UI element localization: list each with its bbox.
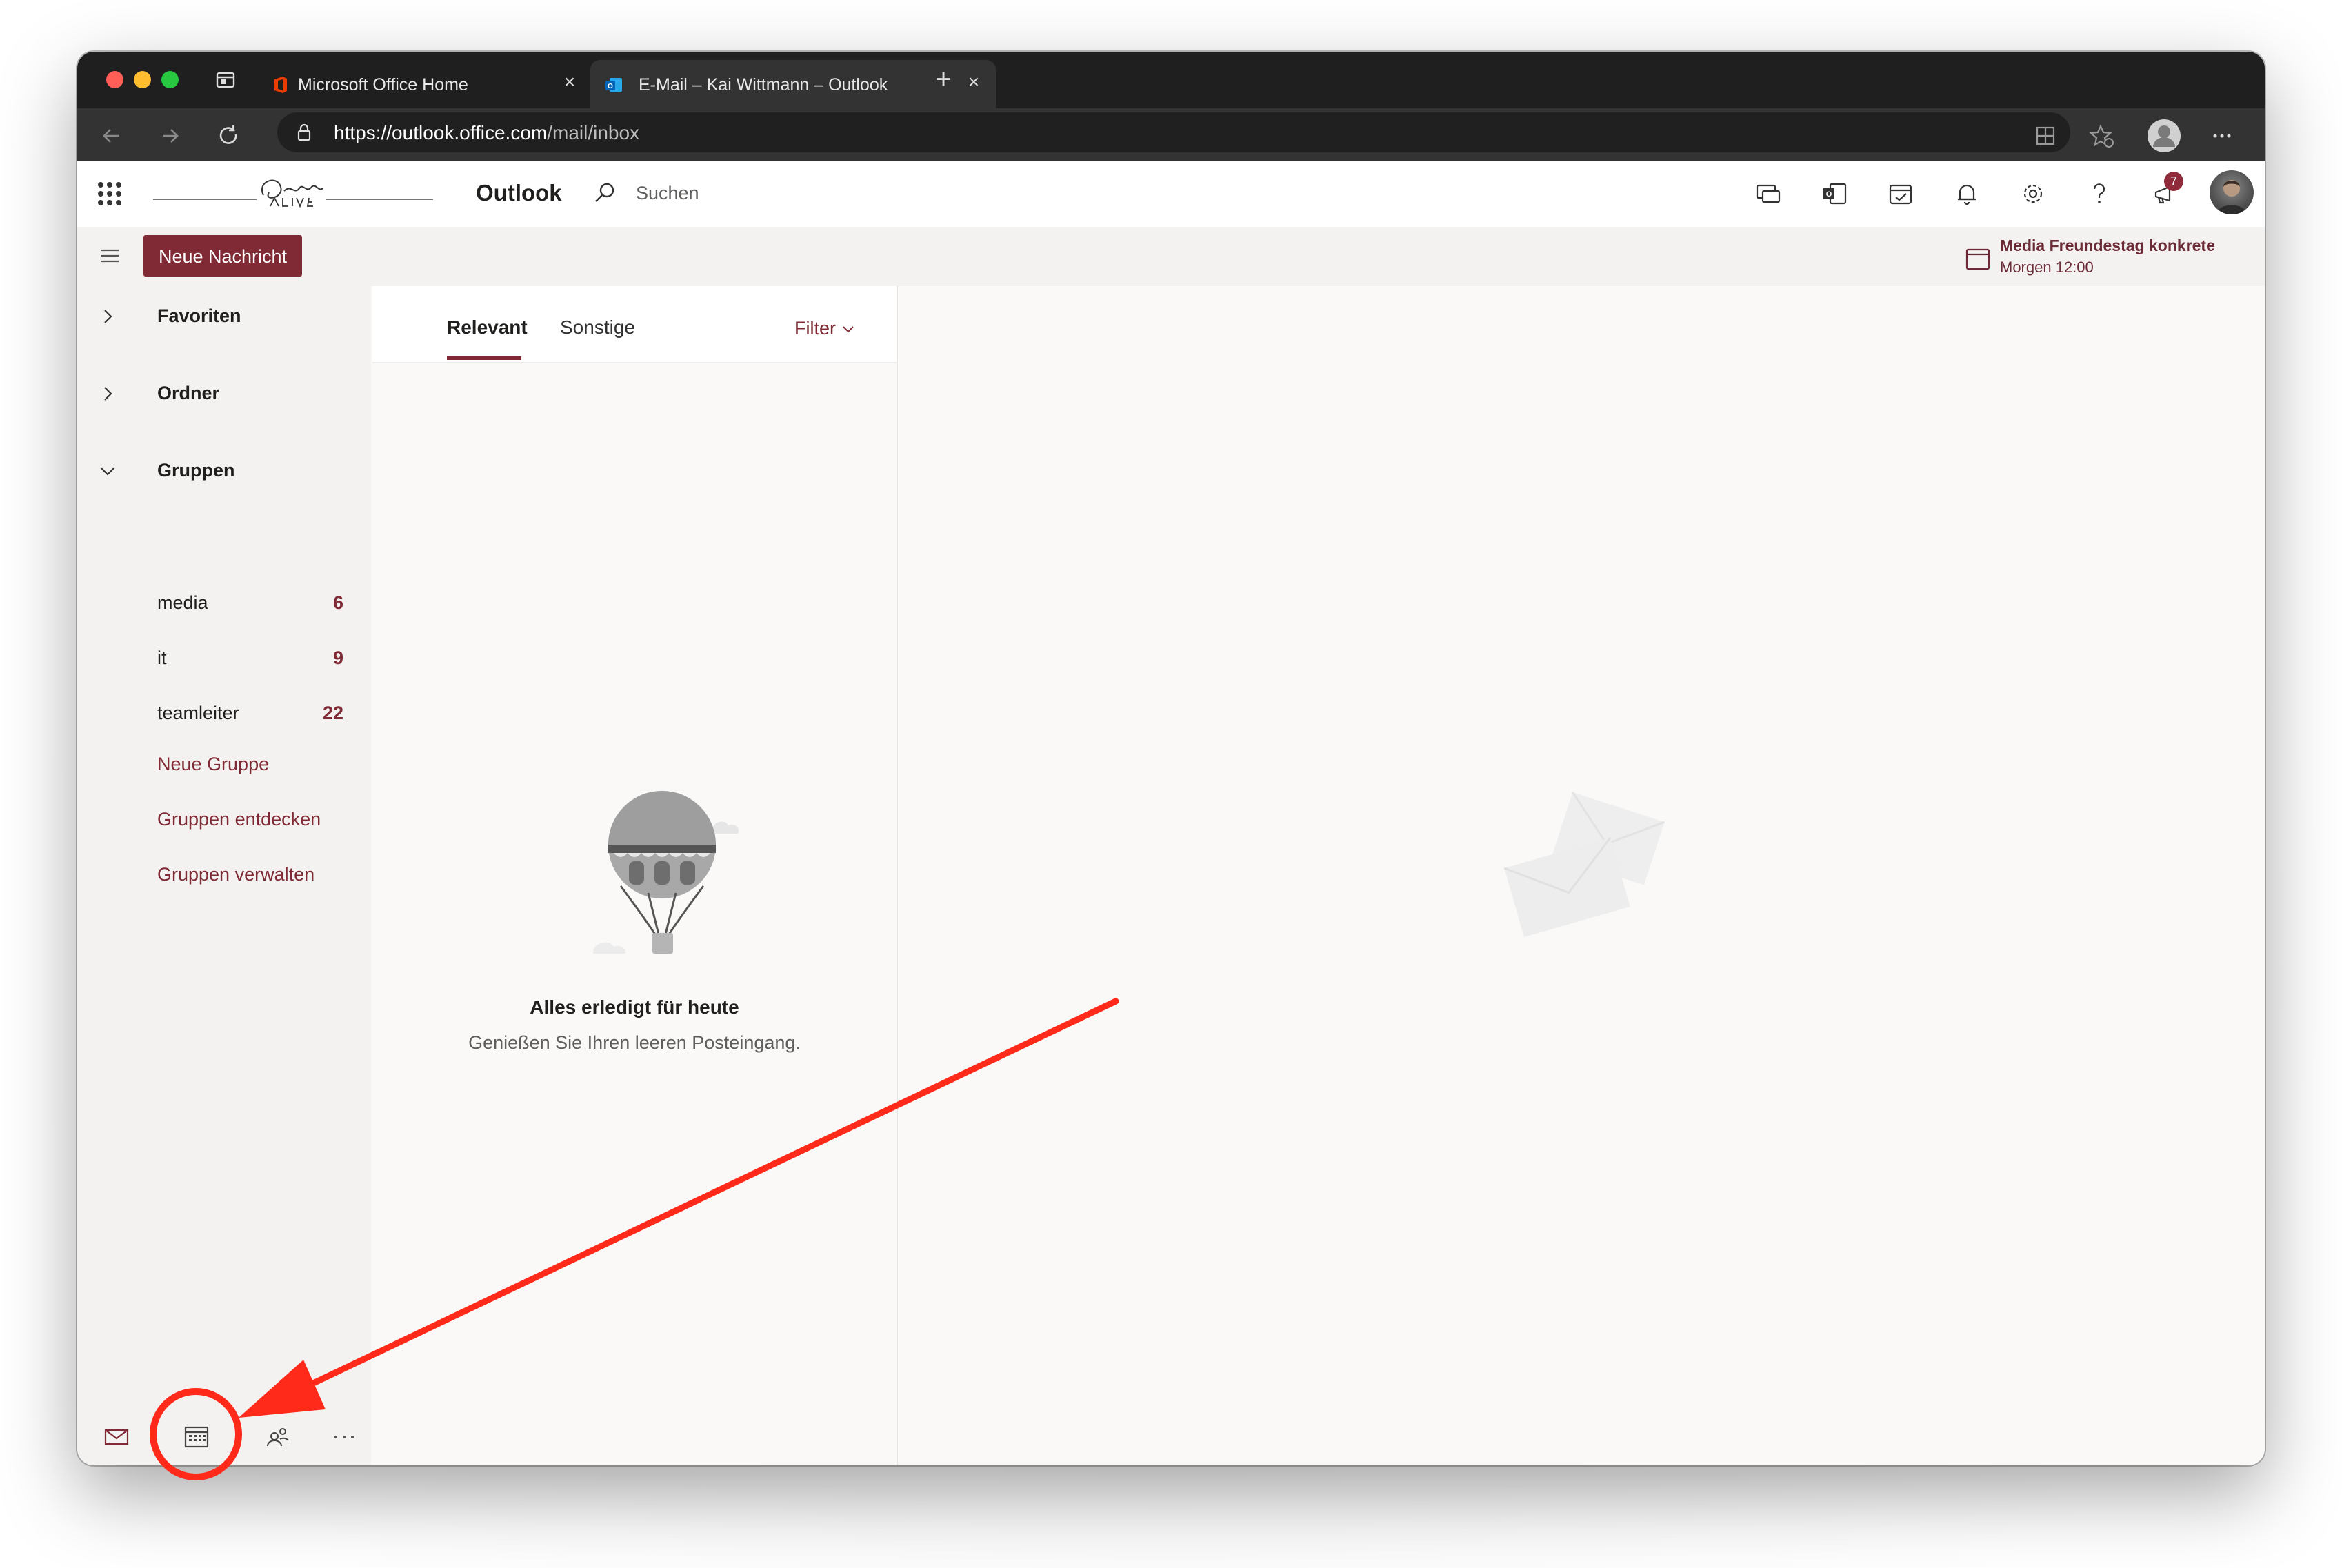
tab-sonstige[interactable]: Sonstige — [560, 316, 635, 339]
bell-icon[interactable] — [1952, 179, 1982, 209]
tab-label: E-Mail – Kai Wittmann – Outlook — [639, 75, 888, 94]
tab-strip: Microsoft Office Home × O E-Mail – Kai W… — [77, 52, 2265, 108]
group-label: teamleiter — [157, 703, 239, 723]
chevron-right-icon — [98, 307, 117, 326]
minimize-window-button[interactable] — [134, 71, 151, 88]
chevron-down-icon — [98, 461, 117, 481]
office-apps-icon[interactable]: O — [1819, 179, 1850, 209]
group-item-media[interactable]: media 6 — [157, 583, 343, 624]
inbox-pivots: Relevant Sonstige Filter — [372, 286, 897, 363]
unread-count: 22 — [322, 703, 343, 723]
address-bar[interactable]: https://outlook.office.com/mail/inbox — [277, 112, 2070, 152]
discover-groups-link[interactable]: Gruppen entdecken — [157, 809, 321, 830]
calendar-icon[interactable] — [182, 1423, 211, 1451]
avatar[interactable] — [2210, 170, 2254, 214]
org-logo[interactable] — [153, 168, 433, 220]
browser-window: Microsoft Office Home × O E-Mail – Kai W… — [77, 52, 2265, 1465]
gear-icon[interactable] — [2018, 179, 2048, 209]
folder-section-label: Gruppen — [157, 460, 235, 481]
close-tab-icon[interactable]: × — [559, 71, 581, 93]
chevron-right-icon — [98, 384, 117, 403]
svg-text:O: O — [1826, 190, 1832, 199]
hamburger-menu-icon[interactable] — [99, 248, 120, 264]
svg-text:O: O — [608, 83, 613, 90]
close-tab-icon[interactable]: × — [963, 71, 985, 93]
close-window-button[interactable] — [106, 71, 123, 88]
folder-section-label: Favoriten — [157, 305, 241, 326]
outlook-header: Outlook Suchen O 7 — [77, 161, 2265, 227]
command-bar: Neue Nachricht Media Freundestag konkret… — [77, 227, 2265, 286]
split-screen-icon[interactable] — [2032, 122, 2059, 150]
group-label: it — [157, 647, 167, 668]
new-message-button[interactable]: Neue Nachricht — [143, 235, 302, 277]
reminder-title[interactable]: Media Freundestag konkrete — [2000, 237, 2215, 255]
new-group-link[interactable]: Neue Gruppe — [157, 754, 269, 775]
unread-count: 6 — [332, 592, 343, 613]
group-item-teamleiter[interactable]: teamleiter 22 — [157, 693, 343, 734]
teams-chat-icon[interactable] — [1753, 179, 1783, 209]
profile-icon[interactable] — [2146, 118, 2182, 154]
my-day-icon[interactable] — [1885, 179, 1916, 209]
forward-icon[interactable] — [156, 122, 183, 150]
envelopes-illustration — [1498, 776, 1677, 955]
navigation-bar: https://outlook.office.com/mail/inbox — [77, 108, 2265, 161]
folder-section-favoriten[interactable]: Favoriten — [77, 292, 371, 340]
search-input[interactable]: Suchen — [636, 183, 699, 204]
group-item-it[interactable]: it 9 — [157, 638, 343, 679]
calendar-reminder-icon[interactable] — [1964, 245, 1992, 272]
reload-icon[interactable] — [215, 122, 243, 150]
more-apps-icon[interactable] — [330, 1423, 359, 1451]
new-tab-icon[interactable]: + — [930, 66, 957, 93]
unread-count: 9 — [332, 647, 343, 668]
folder-pane: Favoriten Ordner Gruppen media 6 it 9 te… — [77, 286, 371, 1465]
folder-section-ordner[interactable]: Ordner — [77, 369, 371, 417]
notification-badge: 7 — [2164, 172, 2183, 191]
back-icon[interactable] — [98, 122, 126, 150]
tab-relevant[interactable]: Relevant — [447, 316, 528, 339]
module-switcher — [77, 1407, 371, 1465]
tab-label: Microsoft Office Home — [298, 75, 468, 94]
group-label: media — [157, 592, 208, 613]
folder-section-gruppen[interactable]: Gruppen — [77, 446, 371, 494]
office-icon — [270, 75, 290, 94]
hot-air-balloon-illustration — [593, 790, 759, 983]
lock-icon — [295, 123, 313, 141]
reading-pane — [898, 286, 2265, 1465]
search-icon[interactable] — [592, 180, 618, 206]
help-icon[interactable] — [2084, 179, 2114, 209]
people-icon[interactable] — [263, 1423, 292, 1451]
maximize-window-button[interactable] — [161, 71, 179, 88]
more-icon[interactable] — [2208, 122, 2236, 150]
mail-icon[interactable] — [102, 1423, 131, 1451]
folder-section-label: Ordner — [157, 383, 220, 403]
reminder-time: Morgen 12:00 — [2000, 259, 2094, 276]
active-tab-indicator — [447, 356, 521, 360]
outlook-icon: O — [604, 75, 623, 94]
empty-inbox-subtitle: Genießen Sie Ihren leeren Posteingang. — [468, 1032, 801, 1053]
manage-groups-link[interactable]: Gruppen verwalten — [157, 864, 314, 885]
app-launcher-icon[interactable] — [98, 182, 121, 205]
favorites-add-icon[interactable] — [2088, 122, 2116, 150]
app-name[interactable]: Outlook — [476, 180, 562, 206]
filter-button[interactable]: Filter — [794, 318, 855, 339]
url-text: https://outlook.office.com/mail/inbox — [334, 122, 640, 143]
tab-actions-icon[interactable] — [215, 70, 236, 90]
message-list: Relevant Sonstige Filter Alles erledigt … — [372, 286, 897, 1465]
chevron-down-icon — [842, 326, 854, 333]
empty-inbox-title: Alles erledigt für heute — [530, 996, 739, 1018]
